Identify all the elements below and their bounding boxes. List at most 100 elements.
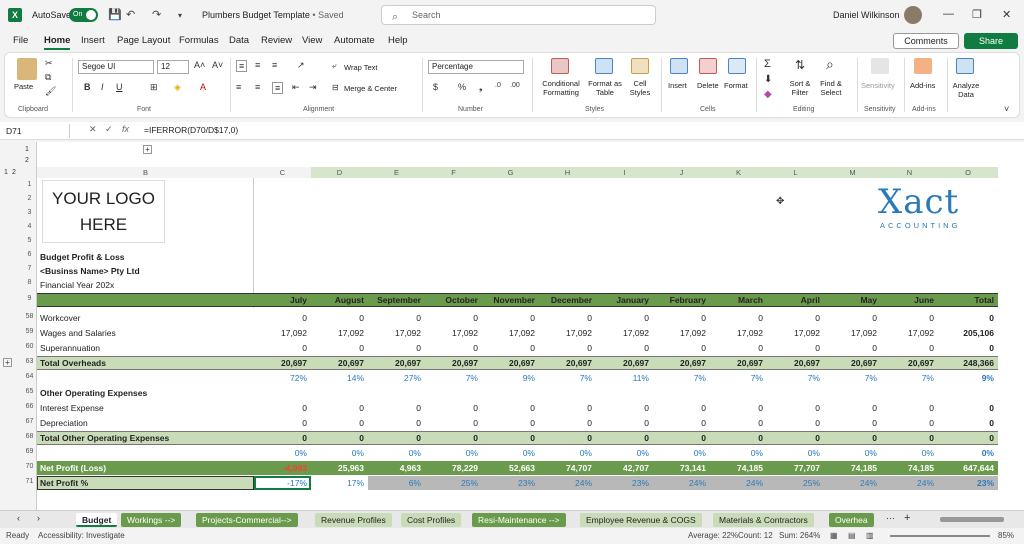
data-cell[interactable]: 0% (596, 448, 649, 458)
data-cell[interactable]: 0 (710, 418, 763, 428)
find-select-button[interactable]: Find & Select (818, 79, 844, 97)
data-cell[interactable]: 11% (596, 373, 649, 383)
row-number[interactable]: 60 (22, 343, 37, 350)
data-cell[interactable]: 0 (254, 343, 307, 353)
data-cell[interactable]: 74,185 (881, 463, 934, 473)
data-cell[interactable]: 20,697 (881, 358, 934, 368)
data-cell[interactable]: 0 (311, 403, 364, 413)
month-header[interactable]: December (539, 295, 592, 305)
conditional-formatting-icon[interactable] (551, 58, 569, 74)
data-cell[interactable]: 20,697 (539, 358, 592, 368)
data-cell[interactable]: 0 (596, 403, 649, 413)
data-cell[interactable]: 20,697 (710, 358, 763, 368)
autosum-icon[interactable]: Σ (764, 58, 771, 70)
data-cell[interactable]: 0% (539, 448, 592, 458)
decrease-font-icon[interactable]: A˅ (212, 60, 223, 70)
menu-automate[interactable]: Automate (334, 35, 375, 46)
worksheet[interactable]: 1 2 1 2 + + B C D E F G H I J K L M N O … (0, 142, 1024, 510)
data-cell[interactable]: 7% (425, 373, 478, 383)
menu-help[interactable]: Help (388, 35, 408, 46)
insert-cells-icon[interactable] (670, 58, 688, 74)
data-cell[interactable]: 0 (368, 313, 421, 323)
formula-input[interactable]: =IFERROR(D70/D$17,0) (144, 125, 238, 135)
data-cell[interactable]: -17% (254, 478, 307, 488)
row-number[interactable]: 6 (22, 251, 37, 258)
data-cell[interactable]: 4,963 (368, 463, 421, 473)
zoom-slider[interactable] (890, 535, 990, 537)
data-cell[interactable]: 0 (368, 418, 421, 428)
data-cell[interactable]: 78,229 (425, 463, 478, 473)
data-cell[interactable]: 24% (824, 478, 877, 488)
data-cell[interactable]: 0 (311, 418, 364, 428)
row-number[interactable]: 8 (22, 279, 37, 286)
function-icon[interactable]: fx (122, 124, 129, 134)
addins-button[interactable]: Add-ins (910, 81, 935, 90)
menu-data[interactable]: Data (229, 35, 249, 46)
sort-filter-button[interactable]: Sort & Filter (788, 79, 812, 97)
data-cell[interactable]: 0 (767, 433, 820, 443)
row-number[interactable]: 1 (22, 181, 37, 188)
data-cell[interactable]: 25,963 (311, 463, 364, 473)
sheet-tab[interactable]: Materials & Contractors (713, 513, 814, 527)
analyze-data-button[interactable]: Analyze Data (950, 81, 982, 99)
decrease-indent-icon[interactable]: ⇤ (292, 82, 300, 93)
menu-formulas[interactable]: Formulas (179, 35, 219, 46)
data-cell[interactable]: 0% (425, 448, 478, 458)
month-header[interactable]: July (254, 295, 307, 305)
data-cell[interactable]: 647,644 (938, 463, 994, 473)
zoom-level[interactable]: 85% (998, 528, 1014, 544)
data-cell[interactable]: 0% (254, 448, 307, 458)
format-painter-icon[interactable]: 🖌 (45, 86, 56, 97)
data-cell[interactable]: 74,185 (710, 463, 763, 473)
logo-placeholder[interactable]: YOUR LOGO HERE (42, 180, 165, 243)
row-label[interactable]: Net Profit % (40, 478, 88, 488)
data-cell[interactable]: 7% (767, 373, 820, 383)
sheet-tab[interactable]: Budget (76, 513, 118, 527)
data-cell[interactable]: 0 (539, 433, 592, 443)
business-name[interactable]: <Businss Name> Pty Ltd (40, 266, 140, 276)
sheet-tab[interactable]: Cost Profiles (401, 513, 462, 527)
align-right-icon[interactable]: ≡ (272, 82, 284, 94)
increase-indent-icon[interactable]: ⇥ (309, 82, 317, 93)
analyze-data-icon[interactable] (956, 58, 974, 74)
undo-icon[interactable]: ↶ (126, 8, 135, 21)
data-cell[interactable]: 0 (938, 343, 994, 353)
menu-home[interactable]: Home (44, 35, 71, 50)
data-cell[interactable]: 0 (254, 403, 307, 413)
col-header-d[interactable]: D (311, 167, 368, 178)
data-cell[interactable]: 27% (368, 373, 421, 383)
data-cell[interactable]: 0 (881, 433, 934, 443)
data-cell[interactable]: 20,697 (368, 358, 421, 368)
col-outline-2[interactable]: 2 (25, 157, 29, 164)
month-header[interactable]: September (368, 295, 421, 305)
data-cell[interactable]: 0 (938, 313, 994, 323)
data-cell[interactable]: 7% (653, 373, 706, 383)
percent-icon[interactable]: % (458, 82, 466, 92)
row-label[interactable]: Depreciation (40, 418, 88, 428)
data-cell[interactable]: 0% (710, 448, 763, 458)
data-cell[interactable]: 0 (596, 433, 649, 443)
delete-cells-button[interactable]: Delete (697, 81, 719, 90)
redo-icon[interactable]: ↷ (152, 8, 161, 21)
row-number[interactable]: 63 (22, 358, 37, 365)
outline-level-2[interactable]: 2 (12, 169, 16, 176)
month-header[interactable]: October (425, 295, 478, 305)
data-cell[interactable]: -4,993 (254, 463, 307, 473)
align-left-icon[interactable]: ≡ (236, 82, 241, 92)
month-header[interactable]: June (881, 295, 934, 305)
data-cell[interactable]: 24% (881, 478, 934, 488)
tab-more-icon[interactable]: ⋯ (886, 513, 895, 524)
row-number[interactable]: 67 (22, 418, 37, 425)
data-cell[interactable]: 0 (254, 433, 307, 443)
align-top-icon[interactable]: ≡ (236, 60, 248, 72)
expand-rows-icon[interactable]: + (3, 358, 12, 367)
data-cell[interactable]: 20,697 (311, 358, 364, 368)
cut-icon[interactable]: ✂ (45, 58, 53, 69)
row-label[interactable]: Workcover (40, 313, 80, 323)
data-cell[interactable]: 0 (425, 403, 478, 413)
data-cell[interactable]: 77,707 (767, 463, 820, 473)
data-cell[interactable]: 0 (824, 418, 877, 428)
row-number[interactable]: 4 (22, 223, 37, 230)
data-cell[interactable]: 0% (311, 448, 364, 458)
col-header-k[interactable]: K (710, 167, 767, 178)
